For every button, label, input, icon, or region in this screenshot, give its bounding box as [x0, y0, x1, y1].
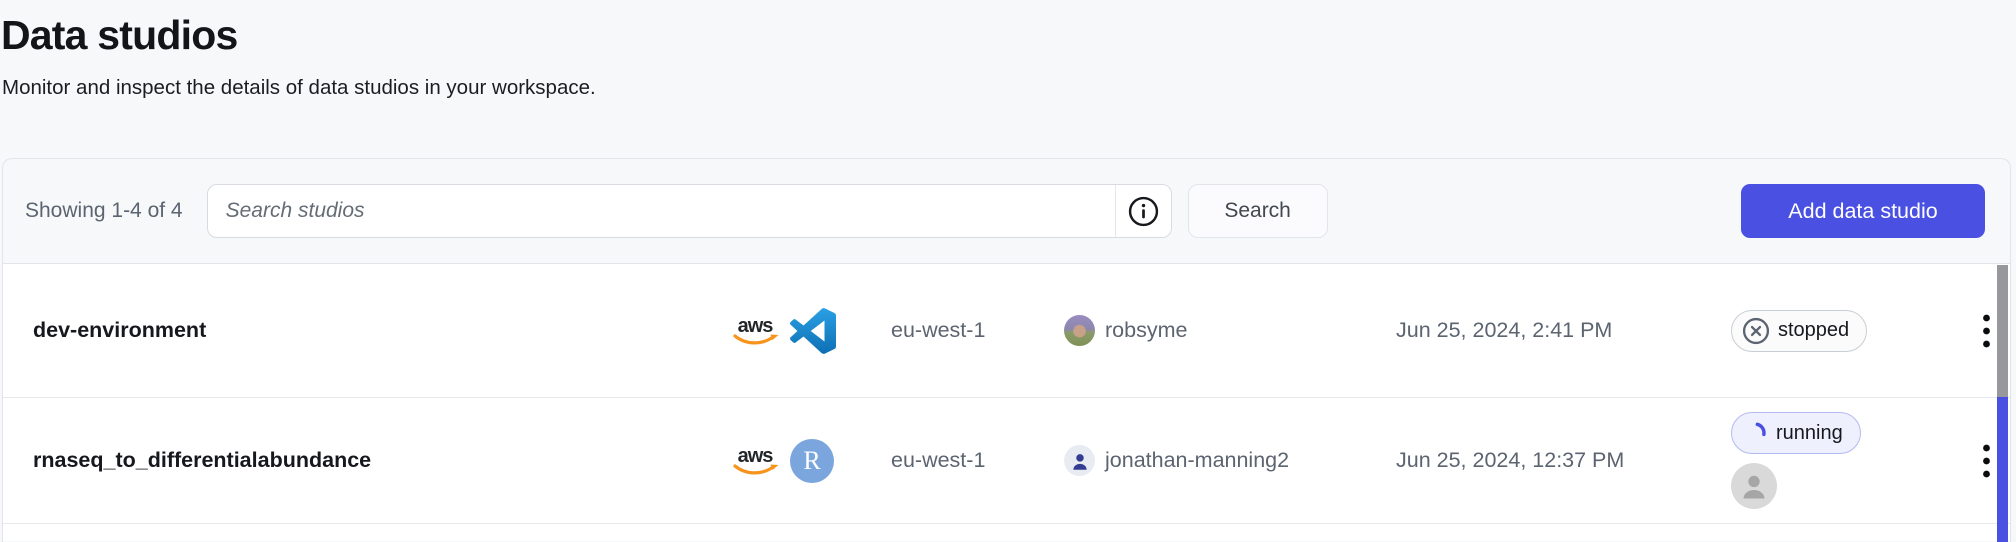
scrollbar-thumb-gray[interactable] [1997, 265, 2008, 397]
studio-status: running [1731, 412, 1951, 509]
add-data-studio-button[interactable]: Add data studio [1741, 184, 1985, 238]
studio-region: eu-west-1 [891, 448, 1064, 473]
status-label: stopped [1778, 319, 1849, 342]
aws-icon: aws [729, 443, 781, 479]
table-row[interactable]: rnaseq_to_differentialabundance aws R eu… [3, 398, 2010, 524]
table-row[interactable]: dev-environment aws [3, 264, 2010, 398]
studio-status: stopped [1731, 310, 1951, 352]
toolbar: Showing 1-4 of 4 Search Add data studio [3, 159, 2010, 263]
spinner-icon [1742, 420, 1768, 446]
studio-region: eu-west-1 [891, 318, 1064, 343]
studio-environment-icons: aws [729, 308, 891, 354]
showing-count: Showing 1-4 of 4 [25, 199, 183, 223]
x-circle-icon [1742, 317, 1770, 345]
studio-date: Jun 25, 2024, 2:41 PM [1396, 318, 1731, 343]
page-title: Data studios [1, 12, 237, 59]
rstudio-icon: R [790, 439, 834, 483]
next-row-partial [3, 524, 2010, 541]
svg-text:aws: aws [738, 445, 774, 467]
info-icon [1128, 196, 1159, 227]
studio-name[interactable]: rnaseq_to_differentialabundance [3, 448, 729, 473]
user-name: jonathan-manning2 [1105, 448, 1289, 473]
search-button[interactable]: Search [1188, 184, 1328, 238]
page-subtitle: Monitor and inspect the details of data … [2, 76, 596, 100]
studio-date: Jun 25, 2024, 12:37 PM [1396, 448, 1731, 473]
user-avatar [1064, 315, 1095, 346]
participant-avatar [1731, 463, 1777, 509]
studio-name[interactable]: dev-environment [3, 318, 729, 343]
studio-environment-icons: aws R [729, 439, 891, 483]
search-input-group [207, 184, 1172, 238]
status-label: running [1776, 422, 1843, 445]
scrollbar-thumb-accent[interactable] [1997, 397, 2008, 542]
status-badge: stopped [1731, 310, 1867, 352]
vscode-icon [790, 308, 836, 354]
studio-user: jonathan-manning2 [1064, 445, 1396, 476]
aws-icon: aws [729, 313, 781, 349]
user-avatar [1064, 445, 1095, 476]
studio-user: robsyme [1064, 315, 1396, 346]
search-info-addon[interactable] [1115, 185, 1171, 237]
status-badge: running [1731, 412, 1861, 454]
user-name: robsyme [1105, 318, 1187, 343]
svg-text:aws: aws [738, 315, 774, 337]
search-input[interactable] [208, 185, 1115, 237]
studios-panel: Showing 1-4 of 4 Search Add data studio … [2, 158, 2011, 542]
studios-table: dev-environment aws [3, 263, 2010, 541]
